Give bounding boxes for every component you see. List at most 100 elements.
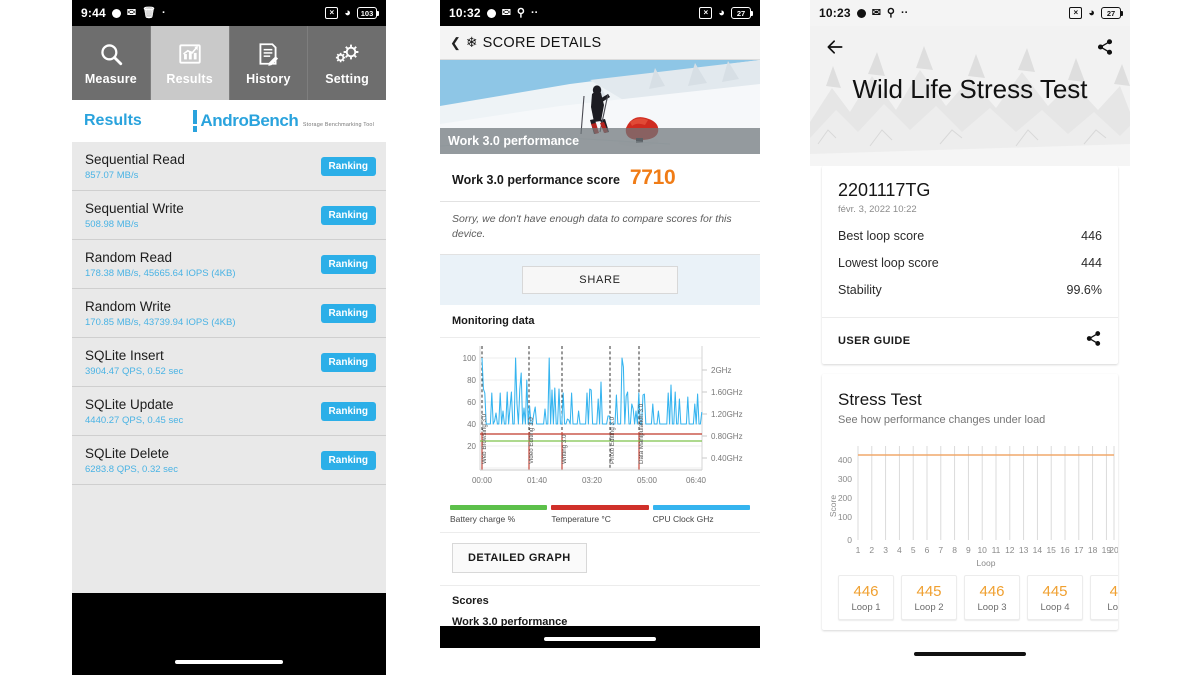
svg-text:6: 6 (925, 545, 930, 555)
legend-swatch-battery (450, 505, 548, 511)
score-label: Work 3.0 performance score (452, 173, 620, 187)
system-navigation-bar (810, 640, 1130, 662)
svg-text:14: 14 (1033, 545, 1043, 555)
row-name: Sequential Write (85, 200, 184, 216)
table-row[interactable]: SQLite Update 4440.27 QPS, 0.45 sec Rank… (72, 387, 386, 436)
status-bar-left: 9:44 ✉ 🗑 · (81, 6, 166, 20)
svg-text:17: 17 (1074, 545, 1084, 555)
row-value: 170.85 MB/s, 43739.94 IOPS (4KB) (85, 316, 236, 328)
svg-text:06:40: 06:40 (686, 476, 707, 485)
loop-score: 446 (853, 583, 879, 600)
loop-card[interactable]: 445 Loop 2 (901, 575, 957, 620)
status-time: 10:32 (449, 6, 481, 20)
summary-value: 99.6% (1066, 283, 1102, 297)
stress-test-title: Stress Test (838, 390, 922, 409)
share-icon[interactable] (1094, 36, 1116, 58)
page-title: Results (84, 112, 142, 129)
wifi-icon: ◕ (344, 6, 351, 19)
svg-text:18: 18 (1088, 545, 1098, 555)
svg-text:9: 9 (966, 545, 971, 555)
table-row[interactable]: Random Write 170.85 MB/s, 43739.94 IOPS … (72, 289, 386, 338)
tab-bar: Measure Results History Setting (72, 26, 386, 100)
more-icon: ·· (900, 6, 909, 19)
device-name: 2201117TG (838, 180, 931, 200)
svg-text:400: 400 (838, 455, 852, 465)
share-button[interactable]: SHARE (522, 266, 678, 295)
hero-toolbar (810, 26, 1130, 58)
snowflake-icon: ❄ (465, 34, 478, 50)
score-card: Work 3.0 performance score 7710 (440, 154, 760, 202)
svg-text:3: 3 (883, 545, 888, 555)
wifi-icon: ◕ (718, 6, 725, 19)
loop-card[interactable]: 446 Loop 3 (964, 575, 1020, 620)
ranking-button[interactable]: Ranking (320, 401, 376, 421)
more-icon: · (162, 6, 166, 19)
loop-label: Loop (1107, 602, 1118, 613)
tab-measure[interactable]: Measure (72, 26, 151, 100)
legend-label: Battery charge % (450, 514, 516, 525)
scores-label: Scores (440, 585, 760, 616)
svg-text:0: 0 (847, 535, 852, 545)
user-guide-label: USER GUIDE (838, 335, 911, 347)
ranking-button[interactable]: Ranking (320, 450, 376, 470)
tab-setting-label: Setting (325, 71, 369, 86)
home-pill[interactable] (175, 660, 283, 664)
table-row[interactable]: SQLite Insert 3904.47 QPS, 0.52 sec Rank… (72, 338, 386, 387)
ranking-button[interactable]: Ranking (320, 205, 376, 225)
stress-test-chart[interactable]: 400 300 200 100 0 Score 123 456 789 10 11… (822, 430, 1119, 575)
detailed-graph-button[interactable]: DETAILED GRAPH (452, 543, 587, 574)
phone-panel-androbench: 9:44 ✉ 🗑 · × ◕ 103 Measure Results Histo… (72, 0, 386, 675)
note-card: Sorry, we don't have enough data to comp… (440, 202, 760, 256)
loop-card[interactable]: 445 Loop 4 (1027, 575, 1083, 620)
stress-test-chart-svg: 400 300 200 100 0 Score 123 456 789 10 11… (822, 430, 1119, 570)
ranking-button[interactable]: Ranking (320, 303, 376, 323)
battery-icon: 103 (357, 7, 379, 19)
ranking-button[interactable]: Ranking (320, 254, 376, 274)
ranking-button[interactable]: Ranking (320, 156, 376, 176)
loop-card[interactable]: 446 Loop 1 (838, 575, 894, 620)
tab-results[interactable]: Results (150, 26, 230, 100)
location-icon: ⚲ (516, 6, 525, 19)
phone-panel-pcmark: 10:32 ✉ ⚲ ·· × ◕ 27 ❮ ❄ SCORE DETAILS Wo… (440, 0, 760, 675)
home-pill[interactable] (914, 652, 1026, 656)
loop-score: 446 (979, 583, 1005, 600)
table-row[interactable]: SQLite Delete 6283.8 QPS, 0.32 sec Ranki… (72, 436, 386, 485)
back-icon[interactable]: ❮ (450, 35, 461, 51)
back-arrow-icon[interactable] (824, 36, 846, 58)
hero-caption: Work 3.0 performance (440, 128, 760, 154)
messages-icon: ✉ (126, 6, 137, 19)
detailed-graph-section: DETAILED GRAPH (440, 532, 760, 585)
hero-image: Work 3.0 performance (440, 60, 760, 154)
svg-text:100: 100 (838, 512, 852, 522)
tab-results-label: Results (166, 71, 213, 86)
table-row[interactable]: Random Read 178.38 MB/s, 45665.64 IOPS (… (72, 240, 386, 289)
table-row[interactable]: Sequential Write 508.98 MB/s Ranking (72, 191, 386, 240)
stress-test-card: Stress Test See how performance changes … (822, 374, 1119, 630)
tab-setting[interactable]: Setting (308, 26, 386, 100)
row-name: SQLite Update (85, 396, 174, 412)
monitoring-chart[interactable]: 100 80 60 40 20 2GHz 1.60GHz 1.20GHz 0.8… (440, 338, 760, 502)
loop-label: Loop 3 (977, 602, 1007, 613)
svg-text:0.40GHz: 0.40GHz (711, 454, 743, 463)
loop-card[interactable]: 44 Loop (1090, 575, 1118, 620)
home-pill[interactable] (544, 637, 656, 642)
loop-scores-list[interactable]: 446 Loop 1 445 Loop 2 446 Loop 3 445 Loo… (822, 575, 1118, 630)
svg-text:20: 20 (1109, 545, 1118, 555)
phase-label: Web Browsing 3.0 (481, 414, 488, 465)
svg-text:100: 100 (463, 354, 477, 363)
svg-text:300: 300 (838, 474, 852, 484)
row-name: SQLite Delete (85, 445, 170, 461)
ranking-button[interactable]: Ranking (320, 352, 376, 372)
chart-legend: Battery charge % Temperature °C CPU Cloc… (440, 501, 760, 532)
svg-text:60: 60 (467, 398, 476, 407)
table-row[interactable]: Sequential Read 857.07 MB/s Ranking (72, 142, 386, 191)
tab-history[interactable]: History (230, 26, 309, 100)
status-time: 10:23 (819, 6, 851, 20)
phase-label: Writing 3.0 (561, 434, 568, 464)
results-header: Results AndroBench Storage Benchmarking … (72, 100, 386, 142)
status-time: 9:44 (81, 6, 106, 20)
messages-icon: ✉ (501, 6, 511, 19)
svg-text:80: 80 (467, 376, 476, 385)
user-guide-row[interactable]: USER GUIDE (822, 317, 1118, 364)
share-icon[interactable] (1085, 330, 1102, 352)
